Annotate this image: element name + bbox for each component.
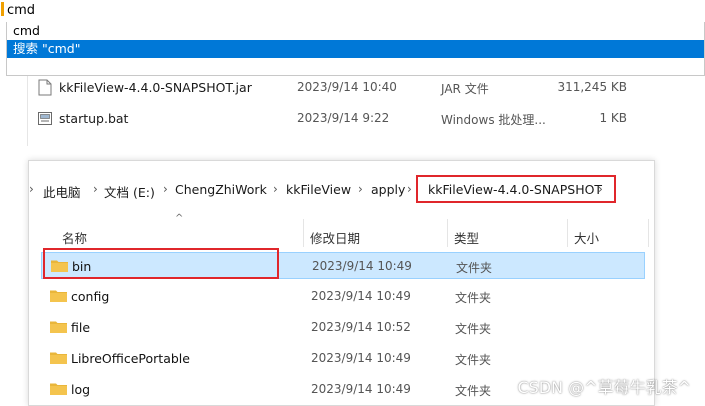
column-divider[interactable] (447, 219, 448, 247)
breadcrumb-item-this-pc[interactable]: 此电脑 (43, 182, 81, 201)
row-type: 文件夹 (455, 384, 492, 398)
column-divider[interactable] (567, 219, 568, 247)
row-name: LibreOfficePortable (71, 351, 190, 366)
row-type: 文件夹 (455, 353, 492, 367)
highlight-box-breadcrumb (416, 175, 616, 203)
column-type[interactable]: 类型 (454, 228, 479, 247)
watermark: CSDN @^草莓牛乳茶^ (517, 378, 691, 397)
breadcrumb-item-chengzhiwork[interactable]: ChengZhiWork (175, 182, 267, 197)
breadcrumb[interactable]: › 此电脑 › 文档 (E:) › ChengZhiWork › kkFileV… (29, 175, 654, 205)
jar-file-icon (38, 79, 52, 96)
file-type: Windows 批处理... (441, 113, 546, 127)
column-date[interactable]: 修改日期 (310, 228, 360, 247)
chevron-right-icon: › (407, 182, 412, 196)
chevron-right-icon: › (358, 182, 363, 196)
file-date: 2023/9/14 9:22 (297, 111, 390, 125)
file-date: 2023/9/14 10:40 (297, 80, 397, 94)
row-date: 2023/9/14 10:52 (311, 320, 411, 334)
explorer-window: › 此电脑 › 文档 (E:) › ChengZhiWork › kkFileV… (28, 160, 655, 406)
row-type: 文件夹 (455, 291, 492, 305)
column-size[interactable]: 大小 (574, 228, 599, 247)
file-size: 311,245 KB (557, 80, 627, 94)
batch-file-icon (38, 112, 52, 125)
row-name: log (71, 382, 91, 397)
autocomplete-dropdown: cmd 搜索 "cmd" (6, 22, 705, 76)
row-type: 文件夹 (456, 261, 493, 275)
chevron-right-icon: › (273, 182, 278, 196)
background-file-row[interactable]: kkFileView-4.4.0-SNAPSHOT.jar 2023/9/14 … (0, 74, 640, 102)
table-row[interactable]: file 2023/9/14 10:52 文件夹 (41, 314, 645, 341)
highlight-box-bin (43, 248, 279, 279)
row-date: 2023/9/14 10:49 (312, 259, 412, 273)
breadcrumb-item-drive-e[interactable]: 文档 (E:) (104, 182, 155, 201)
file-name: kkFileView-4.4.0-SNAPSHOT.jar (59, 80, 252, 95)
autocomplete-item-search-cmd[interactable]: 搜索 "cmd" (7, 40, 704, 58)
row-type: 文件夹 (455, 322, 492, 336)
address-input[interactable]: cmd (0, 0, 705, 22)
row-date: 2023/9/14 10:49 (311, 351, 411, 365)
file-size: 1 KB (599, 111, 627, 125)
table-row[interactable]: config 2023/9/14 10:49 文件夹 (41, 283, 645, 310)
row-date: 2023/9/14 10:49 (311, 289, 411, 303)
folder-icon (50, 290, 67, 302)
row-name: file (71, 320, 91, 335)
background-file-row[interactable]: startup.bat 2023/9/14 9:22 Windows 批处理..… (0, 105, 640, 133)
chevron-right-icon: › (163, 182, 168, 196)
breadcrumb-item-kkfileview[interactable]: kkFileView (286, 182, 351, 197)
autocomplete-item-cmd[interactable]: cmd (7, 22, 704, 40)
folder-icon (50, 383, 67, 395)
row-date: 2023/9/14 10:49 (311, 382, 411, 396)
column-divider[interactable] (648, 219, 649, 247)
file-name: startup.bat (59, 111, 129, 126)
chevron-right-icon: › (93, 182, 98, 196)
text-caret (1, 2, 4, 16)
column-divider[interactable] (303, 219, 304, 247)
breadcrumb-item-apply[interactable]: apply (371, 182, 405, 197)
table-row[interactable]: LibreOfficePortable 2023/9/14 10:49 文件夹 (41, 345, 645, 372)
address-input-value: cmd (7, 3, 36, 18)
file-type: JAR 文件 (441, 82, 489, 96)
column-header: ^ 名称 修改日期 类型 大小 (29, 213, 654, 249)
folder-icon (50, 352, 67, 364)
folder-icon (50, 321, 67, 333)
row-name: config (71, 289, 110, 304)
chevron-right-icon: › (29, 182, 34, 196)
sort-ascending-icon: ^ (175, 213, 184, 224)
column-name[interactable]: 名称 (62, 228, 87, 247)
